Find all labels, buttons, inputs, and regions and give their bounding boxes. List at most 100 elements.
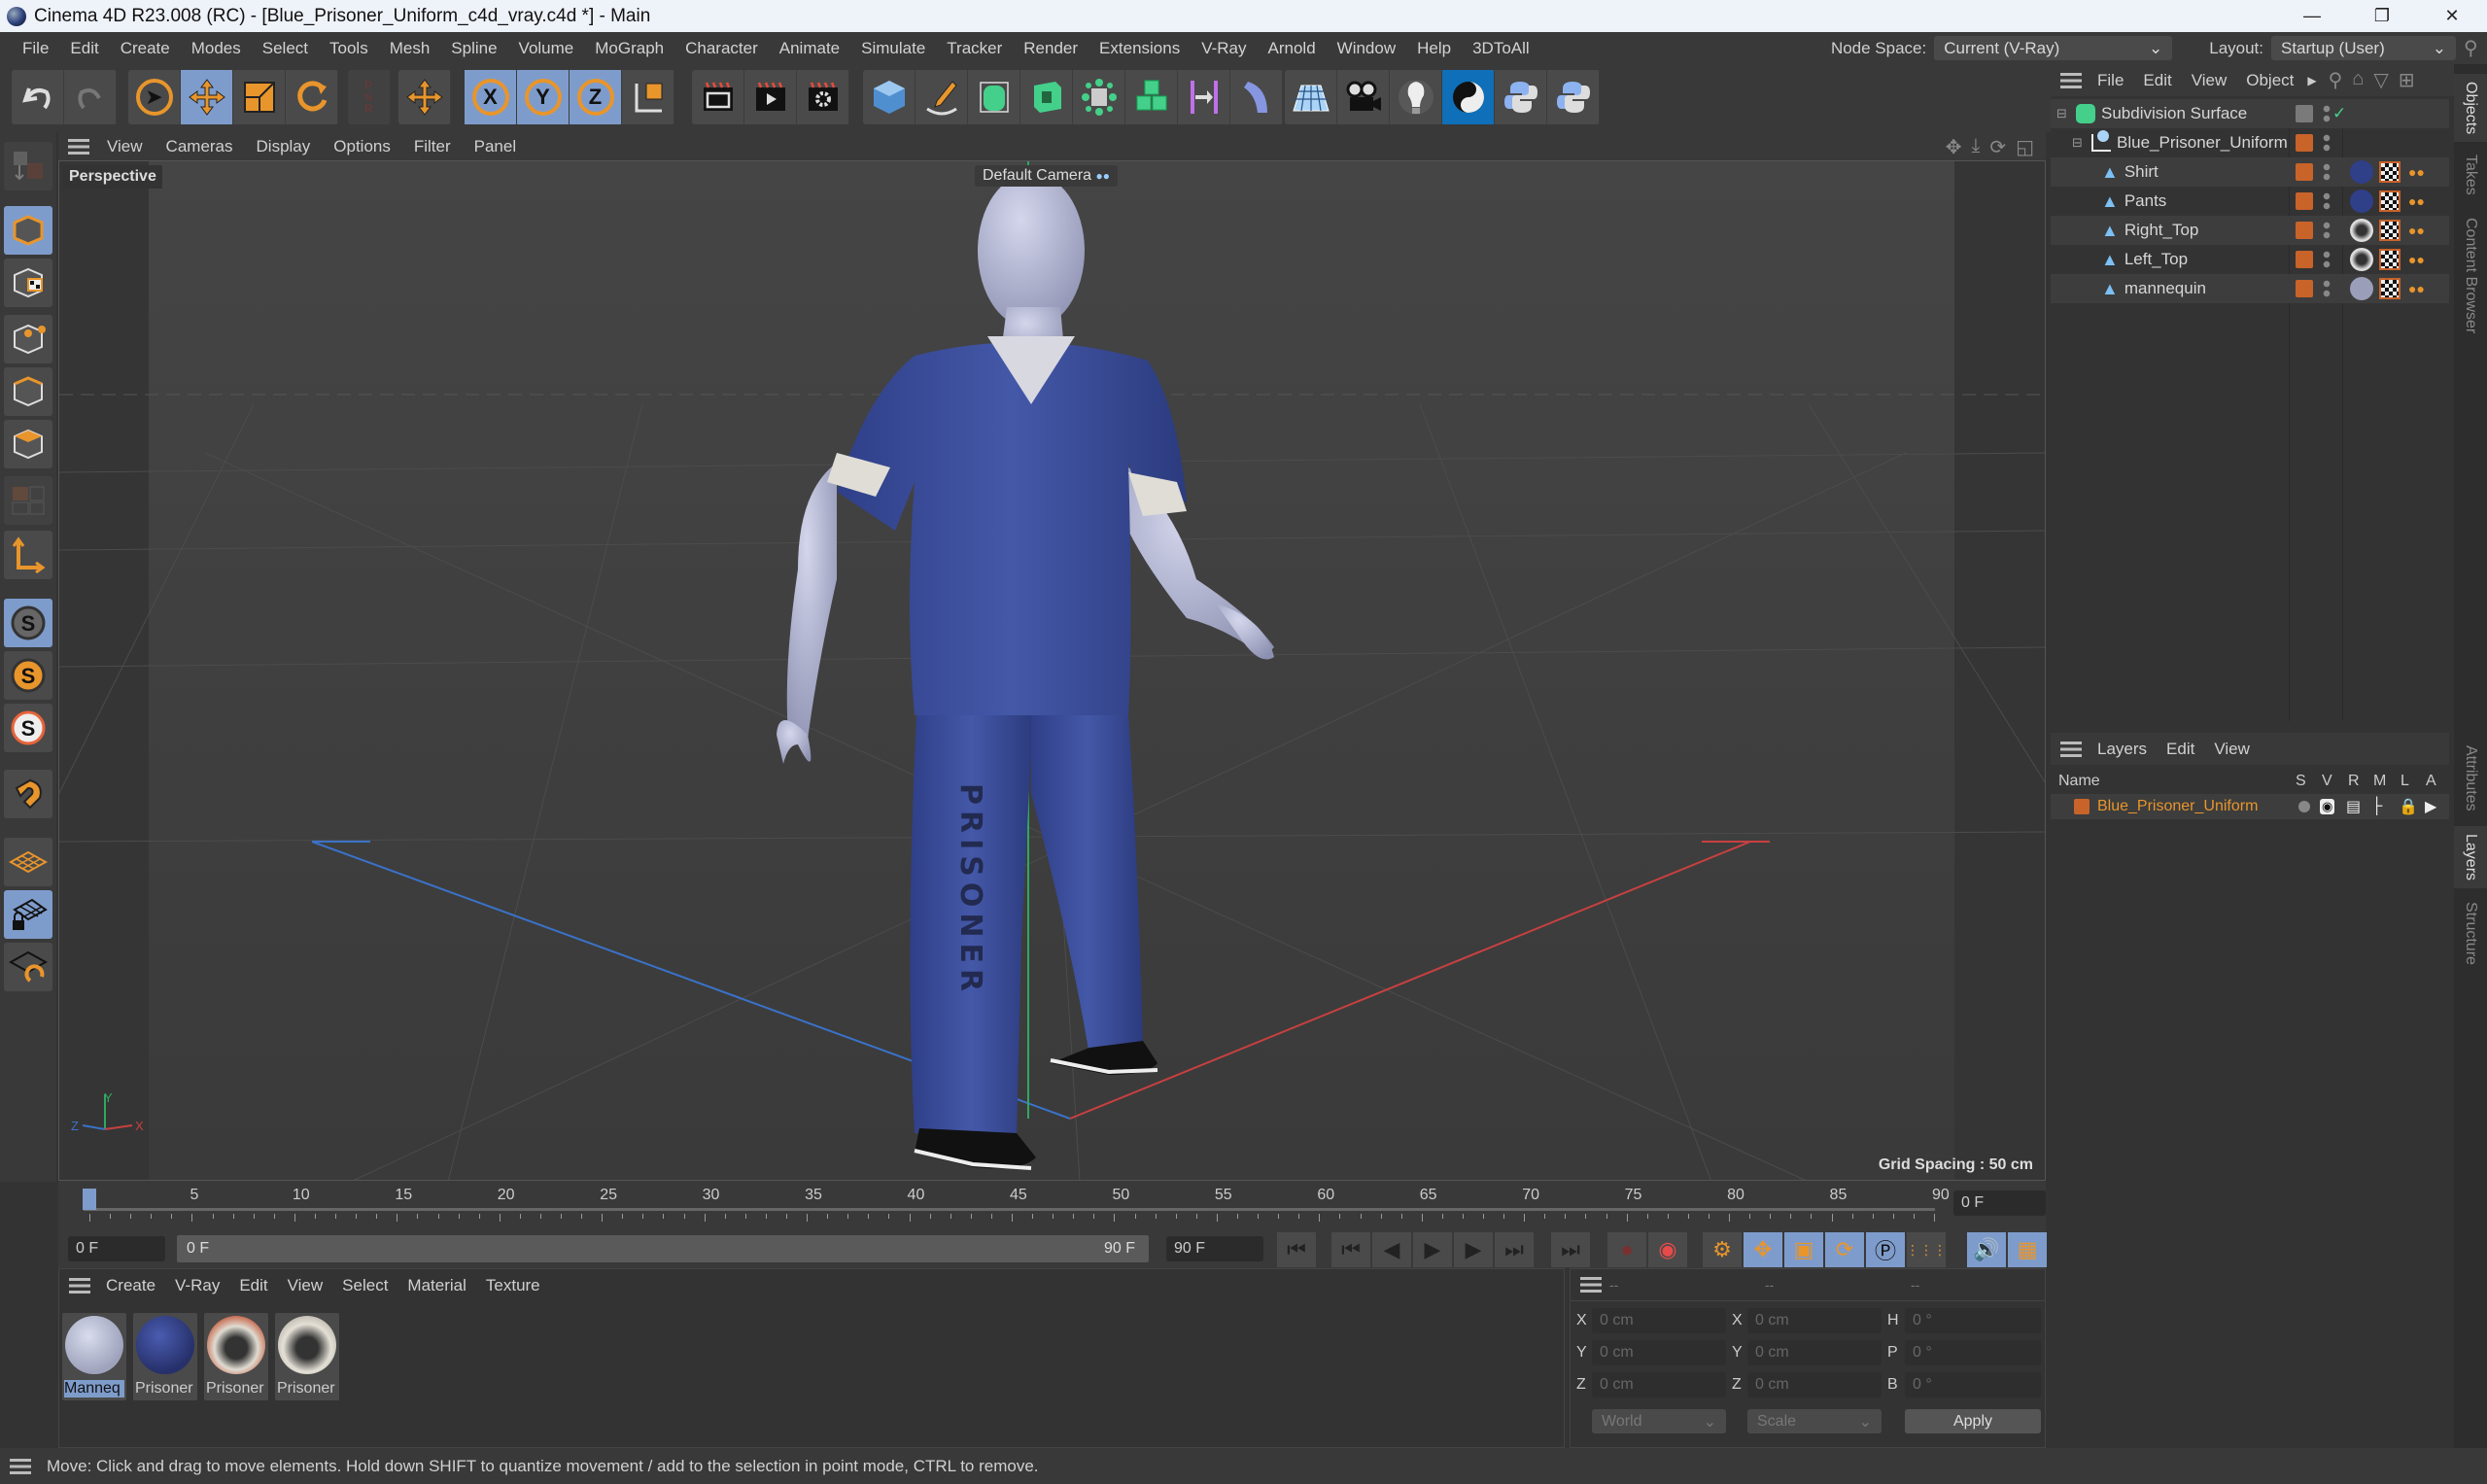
next-frame-icon[interactable]: ▶ (1454, 1232, 1493, 1267)
rotation-h-field[interactable]: 0 ° (1905, 1308, 2041, 1333)
cube-icon[interactable] (863, 70, 915, 124)
size-y-field[interactable]: 0 cm (1747, 1340, 1882, 1365)
vray-icon[interactable] (1442, 70, 1495, 124)
object-row-left-top[interactable]: ▲ Left_Top ●● (2051, 245, 2449, 274)
layer-color-swatch[interactable] (2296, 105, 2313, 122)
visibility-dots[interactable] (2323, 191, 2331, 211)
node-space-dropdown[interactable]: Current (V-Ray) ⌄ (1934, 36, 2173, 60)
pla-key-icon[interactable]: ⋮⋮⋮ (1906, 1232, 1947, 1267)
position-key-icon[interactable]: ✥ (1744, 1232, 1782, 1267)
object-row-pants[interactable]: ▲ Pants ●● (2051, 187, 2449, 216)
locked-workplane-icon[interactable] (4, 890, 52, 939)
rotation-key-icon[interactable]: ⟳ (1825, 1232, 1864, 1267)
end-frame-field[interactable]: 90 F (1166, 1236, 1263, 1261)
material-tag-icon[interactable] (2350, 277, 2373, 300)
soft-selection-icon[interactable]: S (4, 651, 52, 700)
axis-mode-icon[interactable] (4, 531, 52, 579)
render-settings-icon[interactable] (797, 70, 849, 124)
rotation-p-field[interactable]: 0 ° (1905, 1340, 2041, 1365)
dolly-icon[interactable]: ⤓ (1971, 135, 1980, 159)
go-to-end-icon[interactable]: ⏭ (1551, 1232, 1590, 1267)
collapse-icon[interactable]: ⊟ (2056, 106, 2070, 121)
go-to-start-icon[interactable]: ⏮ (1277, 1232, 1316, 1267)
new-view-icon[interactable]: ⊞ (2399, 68, 2415, 92)
layer-color-swatch[interactable] (2296, 251, 2313, 268)
restore-button[interactable]: ❐ (2347, 0, 2417, 32)
polygons-mode-icon[interactable] (4, 420, 52, 468)
object-row-subdivision-surface[interactable]: ⊟ Subdivision Surface ✓ (2051, 99, 2449, 128)
render-toggle-icon[interactable]: ▤ (2346, 797, 2361, 816)
edges-mode-icon[interactable] (4, 367, 52, 416)
playhead[interactable] (83, 1189, 96, 1210)
menu-extensions[interactable]: Extensions (1088, 39, 1191, 58)
camera-label[interactable]: Default Camera ●● (975, 165, 1118, 187)
pen-icon[interactable] (915, 70, 968, 124)
material-swatch-prisoner-2[interactable]: Prisoner (204, 1313, 268, 1400)
object-row-right-top[interactable]: ▲ Right_Top ●● (2051, 216, 2449, 245)
menu-mesh[interactable]: Mesh (379, 39, 441, 58)
render-view-icon[interactable] (692, 70, 744, 124)
position-x-field[interactable]: 0 cm (1592, 1308, 1726, 1333)
rotate-icon[interactable] (286, 70, 338, 124)
subdivision-icon[interactable] (968, 70, 1020, 124)
coordinate-mode-dropdown[interactable]: World ⌄ (1592, 1409, 1726, 1433)
search-icon[interactable]: ⚲ (2329, 68, 2343, 92)
model-mode-icon[interactable] (4, 206, 52, 255)
menu-mograph[interactable]: MoGraph (584, 39, 674, 58)
visibility-dots[interactable] (2323, 104, 2331, 123)
menu-spline[interactable]: Spline (440, 39, 507, 58)
material-tag-icon[interactable] (2350, 190, 2373, 213)
home-icon[interactable]: ⌂ (2352, 68, 2364, 92)
sculpt-icon[interactable]: S (4, 704, 52, 752)
current-frame-field[interactable]: 0 F (1953, 1191, 2046, 1216)
position-y-field[interactable]: 0 cm (1592, 1340, 1726, 1365)
enabled-check-icon[interactable]: ✓ (2332, 104, 2346, 123)
uvw-tag-icon[interactable]: ●● (2408, 193, 2425, 209)
material-swatch-prisoner-3[interactable]: Prisoner (275, 1313, 339, 1400)
minimize-button[interactable]: — (2277, 0, 2347, 32)
extrude-icon[interactable] (1020, 70, 1073, 124)
visibility-dots[interactable] (2323, 133, 2331, 153)
layers-menu-icon[interactable] (2060, 741, 2082, 757)
material-tag-icon[interactable] (2350, 219, 2373, 242)
layer-color-swatch[interactable] (2296, 163, 2313, 181)
size-mode-dropdown[interactable]: Scale ⌄ (1747, 1409, 1882, 1433)
close-button[interactable]: ✕ (2417, 0, 2487, 32)
z-axis-icon[interactable]: Z (570, 70, 622, 124)
texture-tag-icon[interactable] (2379, 190, 2401, 212)
menu-modes[interactable]: Modes (181, 39, 252, 58)
menu-select[interactable]: Select (252, 39, 319, 58)
layer-row-blue-prisoner-uniform[interactable]: Blue_Prisoner_Uniform ◉ ▤ ├ 🔒 ▶ (2051, 794, 2449, 819)
texture-tag-icon[interactable] (2379, 278, 2401, 299)
material-menu-view[interactable]: View (278, 1276, 333, 1295)
start-frame-field[interactable]: 0 F (68, 1236, 165, 1261)
mograph-icon[interactable] (1125, 70, 1178, 124)
workplane-icon[interactable] (4, 838, 52, 886)
uvw-tag-icon[interactable]: ●● (2408, 252, 2425, 267)
python-icon[interactable] (1495, 70, 1547, 124)
menu-help[interactable]: Help (1406, 39, 1462, 58)
viewport-menu-options[interactable]: Options (322, 137, 402, 156)
menu-arnold[interactable]: Arnold (1258, 39, 1327, 58)
floor-icon[interactable] (1285, 70, 1337, 124)
tab-content-browser[interactable]: Content Browser (2454, 208, 2487, 344)
make-editable-icon[interactable] (4, 142, 52, 190)
layer-color-swatch[interactable] (2074, 799, 2090, 814)
keyframe-selection-icon[interactable]: ⚙ (1703, 1232, 1742, 1267)
visibility-dots[interactable] (2323, 250, 2331, 269)
uvw-tag-icon[interactable]: ●● (2408, 164, 2425, 180)
material-menu-create[interactable]: Create (96, 1276, 165, 1295)
material-menu-edit[interactable]: Edit (229, 1276, 277, 1295)
uvw-tag-icon[interactable]: ●● (2408, 281, 2425, 296)
visibility-dots[interactable] (2323, 162, 2331, 182)
material-menu-texture[interactable]: Texture (476, 1276, 550, 1295)
points-mode-icon[interactable] (4, 315, 52, 363)
menu-animate[interactable]: Animate (769, 39, 850, 58)
objects-menu-file[interactable]: File (2088, 71, 2133, 90)
lock-icon[interactable]: 🔒 (2399, 797, 2418, 816)
menu-volume[interactable]: Volume (508, 39, 585, 58)
play-icon[interactable]: ▶ (1413, 1232, 1452, 1267)
tab-takes[interactable]: Takes (2454, 146, 2487, 204)
objects-menu-view[interactable]: View (2182, 71, 2237, 90)
redo-icon[interactable] (64, 70, 117, 124)
